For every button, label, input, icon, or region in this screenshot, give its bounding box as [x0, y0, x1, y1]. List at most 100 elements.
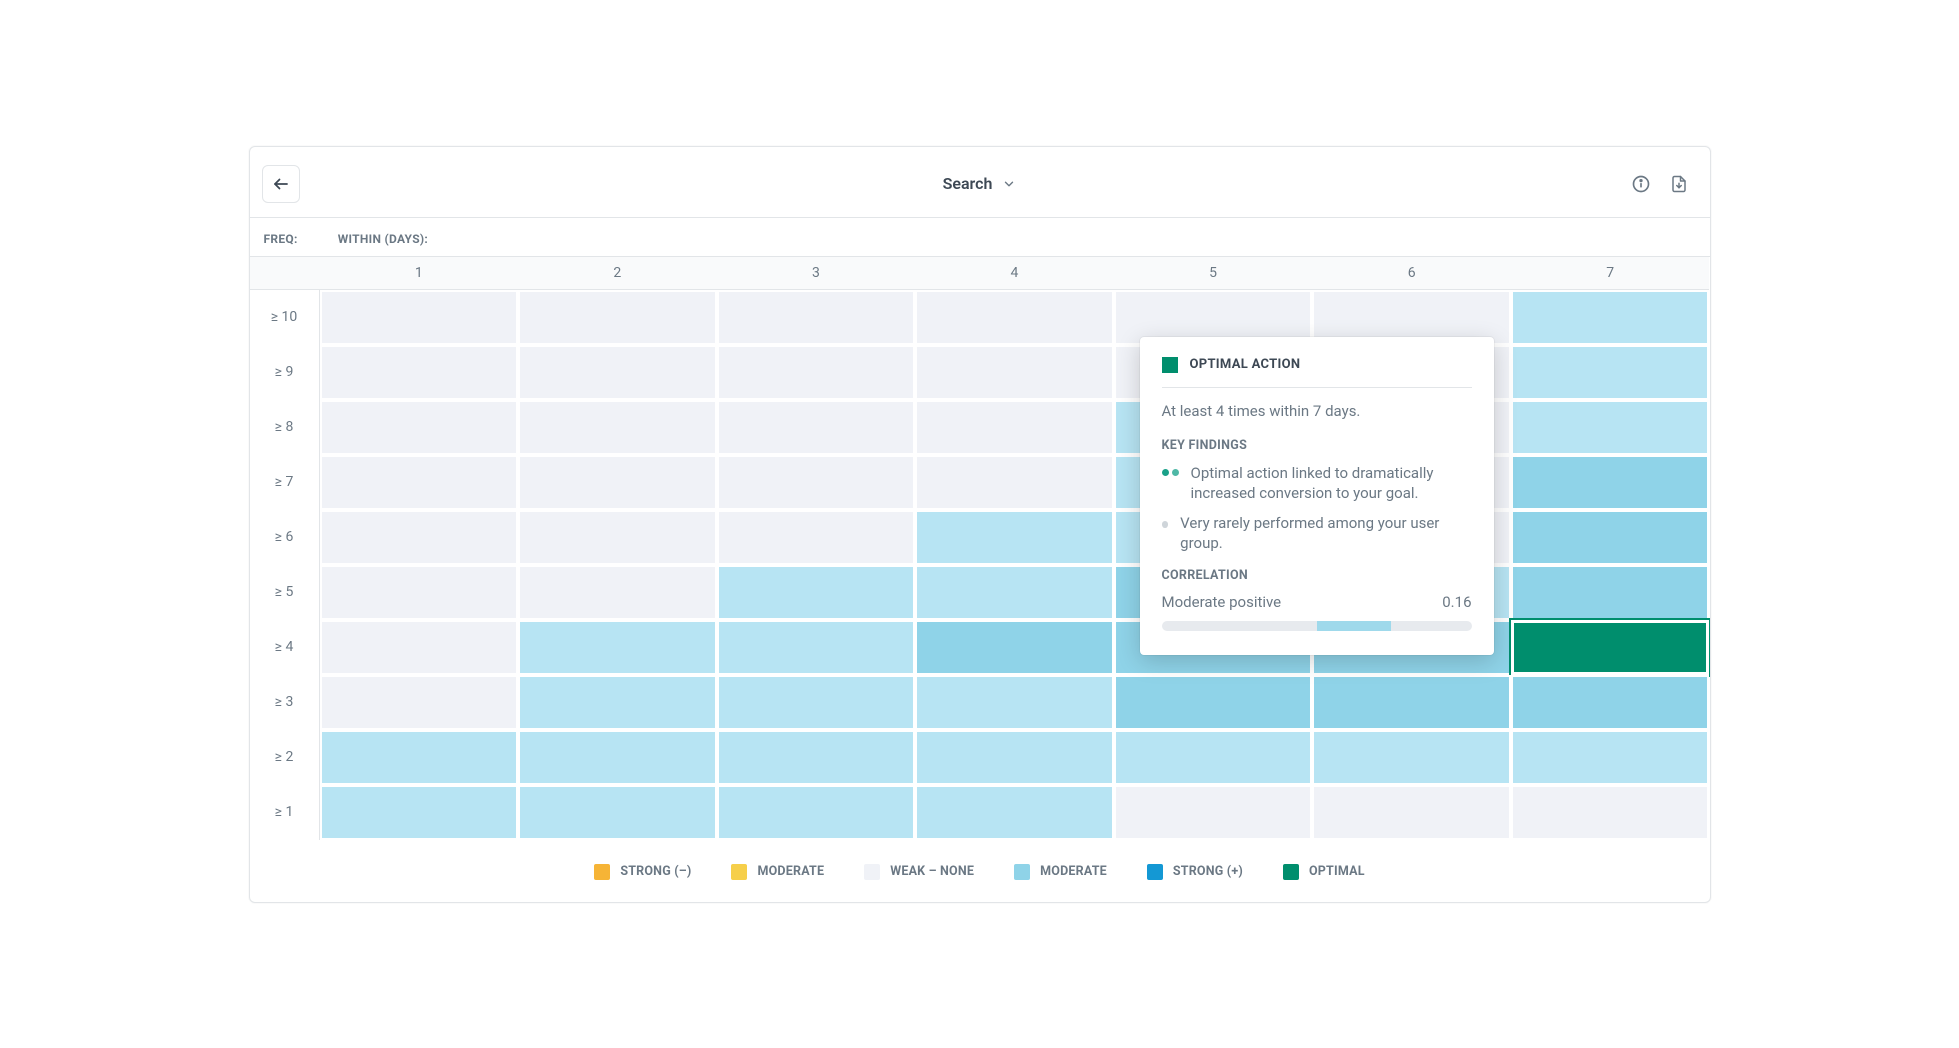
page-title: Search — [943, 174, 993, 193]
heatmap-cell[interactable] — [915, 565, 1114, 620]
heatmap-cell[interactable] — [717, 730, 916, 785]
heatmap-cell[interactable] — [1114, 675, 1313, 730]
correlation-value: 0.16 — [1442, 593, 1471, 611]
heatmap-cell[interactable] — [915, 785, 1114, 840]
heatmap-cell[interactable] — [915, 345, 1114, 400]
heatmap-cell[interactable] — [518, 345, 717, 400]
heatmap-cell[interactable] — [1114, 785, 1313, 840]
row-header: ≥ 6 — [250, 510, 320, 565]
popover-title: OPTIMAL ACTION — [1190, 357, 1301, 372]
heatmap-cell[interactable] — [518, 620, 717, 675]
heatmap-cell[interactable] — [717, 290, 916, 345]
heatmap-cell[interactable] — [1312, 730, 1511, 785]
heatmap-cell[interactable] — [518, 400, 717, 455]
findings-heading: KEY FINDINGS — [1162, 438, 1472, 453]
page-title-dropdown[interactable]: Search — [943, 174, 1017, 193]
heatmap-cell[interactable] — [320, 620, 519, 675]
heatmap-cell[interactable] — [717, 510, 916, 565]
info-button[interactable] — [1630, 173, 1652, 195]
heatmap-cell[interactable] — [320, 565, 519, 620]
row-header: ≥ 3 — [250, 675, 320, 730]
heatmap-cell[interactable] — [717, 400, 916, 455]
heatmap-cell[interactable] — [915, 510, 1114, 565]
heatmap-cell[interactable] — [717, 620, 916, 675]
correlation-bar — [1162, 621, 1472, 631]
chevron-down-icon — [1002, 177, 1016, 191]
heatmap-cell[interactable] — [1511, 785, 1710, 840]
finding-text: Very rarely performed among your user gr… — [1180, 513, 1471, 554]
finding-bullet-icon — [1162, 521, 1169, 528]
legend-label: STRONG (–) — [620, 864, 691, 879]
heatmap-cell[interactable] — [320, 730, 519, 785]
heatmap-cell[interactable] — [717, 345, 916, 400]
column-header: 1 — [320, 257, 519, 290]
legend-item-optimal: OPTIMAL — [1283, 864, 1365, 880]
back-button[interactable] — [262, 165, 300, 203]
heatmap-cell[interactable] — [1312, 785, 1511, 840]
heatmap-cell[interactable] — [518, 510, 717, 565]
legend-label: MODERATE — [1040, 864, 1107, 879]
heatmap-cell[interactable] — [1511, 730, 1710, 785]
finding-text: Optimal action linked to dramatically in… — [1191, 463, 1472, 504]
heatmap-cell[interactable] — [320, 290, 519, 345]
legend-swatch — [1283, 864, 1299, 880]
legend-label: WEAK – NONE — [890, 864, 974, 879]
legend-item-weak: WEAK – NONE — [864, 864, 974, 880]
heatmap-cell[interactable] — [1312, 675, 1511, 730]
correlation-desc: Moderate positive — [1162, 593, 1282, 611]
heatmap-cell[interactable] — [1511, 290, 1710, 345]
heatmap-cell[interactable] — [320, 400, 519, 455]
heatmap-cell[interactable] — [915, 290, 1114, 345]
heatmap-cell[interactable] — [915, 620, 1114, 675]
legend-swatch — [1147, 864, 1163, 880]
heatmap-cell[interactable] — [320, 345, 519, 400]
column-header: 7 — [1511, 257, 1710, 290]
correlation-heading: CORRELATION — [1162, 568, 1472, 583]
heatmap-cell[interactable] — [717, 785, 916, 840]
heatmap-cell[interactable] — [915, 730, 1114, 785]
heatmap-cell[interactable] — [717, 565, 916, 620]
heatmap-cell[interactable] — [1511, 565, 1710, 620]
heatmap-cell[interactable] — [915, 400, 1114, 455]
heatmap-cell[interactable] — [717, 675, 916, 730]
y-axis-label: FREQ: — [264, 232, 298, 246]
finding-bullet-icon — [1162, 469, 1179, 504]
heatmap-cell[interactable] — [1114, 730, 1313, 785]
heatmap-cell[interactable] — [1511, 400, 1710, 455]
heatmap-cell[interactable] — [1511, 455, 1710, 510]
column-header: 4 — [915, 257, 1114, 290]
heatmap-cell-optimal[interactable] — [1511, 620, 1710, 675]
heatmap-cell[interactable] — [1511, 345, 1710, 400]
heatmap-cell[interactable] — [915, 455, 1114, 510]
heatmap-cell[interactable] — [717, 455, 916, 510]
legend-item-moderate-neg: MODERATE — [731, 864, 824, 880]
popover-header: OPTIMAL ACTION — [1162, 357, 1472, 388]
heatmap-cell[interactable] — [518, 785, 717, 840]
heatmap-cell[interactable] — [1511, 675, 1710, 730]
row-header: ≥ 9 — [250, 345, 320, 400]
column-header: 3 — [717, 257, 916, 290]
row-header: ≥ 8 — [250, 400, 320, 455]
heatmap-cell[interactable] — [518, 730, 717, 785]
column-header: 6 — [1312, 257, 1511, 290]
heatmap-cell[interactable] — [518, 675, 717, 730]
heatmap-cell[interactable] — [518, 565, 717, 620]
row-header: ≥ 7 — [250, 455, 320, 510]
row-header: ≥ 5 — [250, 565, 320, 620]
legend-label: OPTIMAL — [1309, 864, 1365, 879]
row-header: ≥ 10 — [250, 290, 320, 345]
heatmap-cell[interactable] — [518, 455, 717, 510]
heatmap-cell[interactable] — [320, 510, 519, 565]
download-button[interactable] — [1668, 173, 1690, 195]
heatmap-cell[interactable] — [1511, 510, 1710, 565]
legend-item-strong-pos: STRONG (+) — [1147, 864, 1243, 880]
heatmap-cell[interactable] — [915, 675, 1114, 730]
row-header: ≥ 4 — [250, 620, 320, 675]
heatmap-cell[interactable] — [320, 455, 519, 510]
legend-item-moderate-pos: MODERATE — [1014, 864, 1107, 880]
heatmap-cell[interactable] — [320, 785, 519, 840]
heatmap-cell[interactable] — [518, 290, 717, 345]
heatmap-cell[interactable] — [320, 675, 519, 730]
legend-swatch — [864, 864, 880, 880]
legend: STRONG (–) MODERATE WEAK – NONE MODERATE… — [250, 846, 1710, 902]
